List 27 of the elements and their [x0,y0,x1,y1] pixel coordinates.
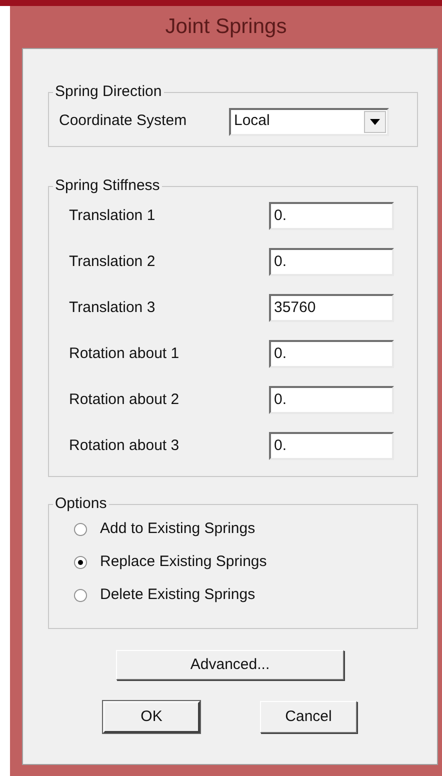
group-title: Options [54,494,108,514]
input-field[interactable]: 35760 [269,294,394,322]
radio-button[interactable] [74,522,87,536]
coordinate-system-dropdown[interactable]: Local [229,108,389,136]
window-title: Joint Springs [165,14,287,40]
input-field[interactable]: 0. [269,340,394,368]
group-title: Spring Stiffness [54,176,161,196]
advanced-button[interactable]: Advanced... [116,650,344,680]
field-label: Translation 2 [69,252,156,272]
ok-button[interactable]: OK [103,701,200,733]
field-label: Rotation about 1 [69,344,180,364]
group-title: Spring Direction [54,82,163,102]
radio-label[interactable]: Delete Existing Springs [100,584,256,606]
cancel-button[interactable]: Cancel [260,701,357,733]
input-field[interactable]: 0. [269,248,394,276]
field-label: Rotation about 3 [69,436,180,456]
input-field[interactable]: 0. [269,432,394,460]
radio-button[interactable] [74,556,87,568]
input-field[interactable]: 0. [269,202,394,230]
field-label: Coordinate System [59,111,188,132]
radio-label[interactable]: Add to Existing Springs [100,518,256,540]
field-label: Rotation about 2 [69,390,180,410]
radio-button[interactable] [74,588,87,602]
radio-label[interactable]: Replace Existing Springs [100,550,267,574]
field-label: Translation 3 [69,298,156,318]
input-field[interactable]: 0. [269,386,394,414]
field-label: Translation 1 [69,206,156,226]
